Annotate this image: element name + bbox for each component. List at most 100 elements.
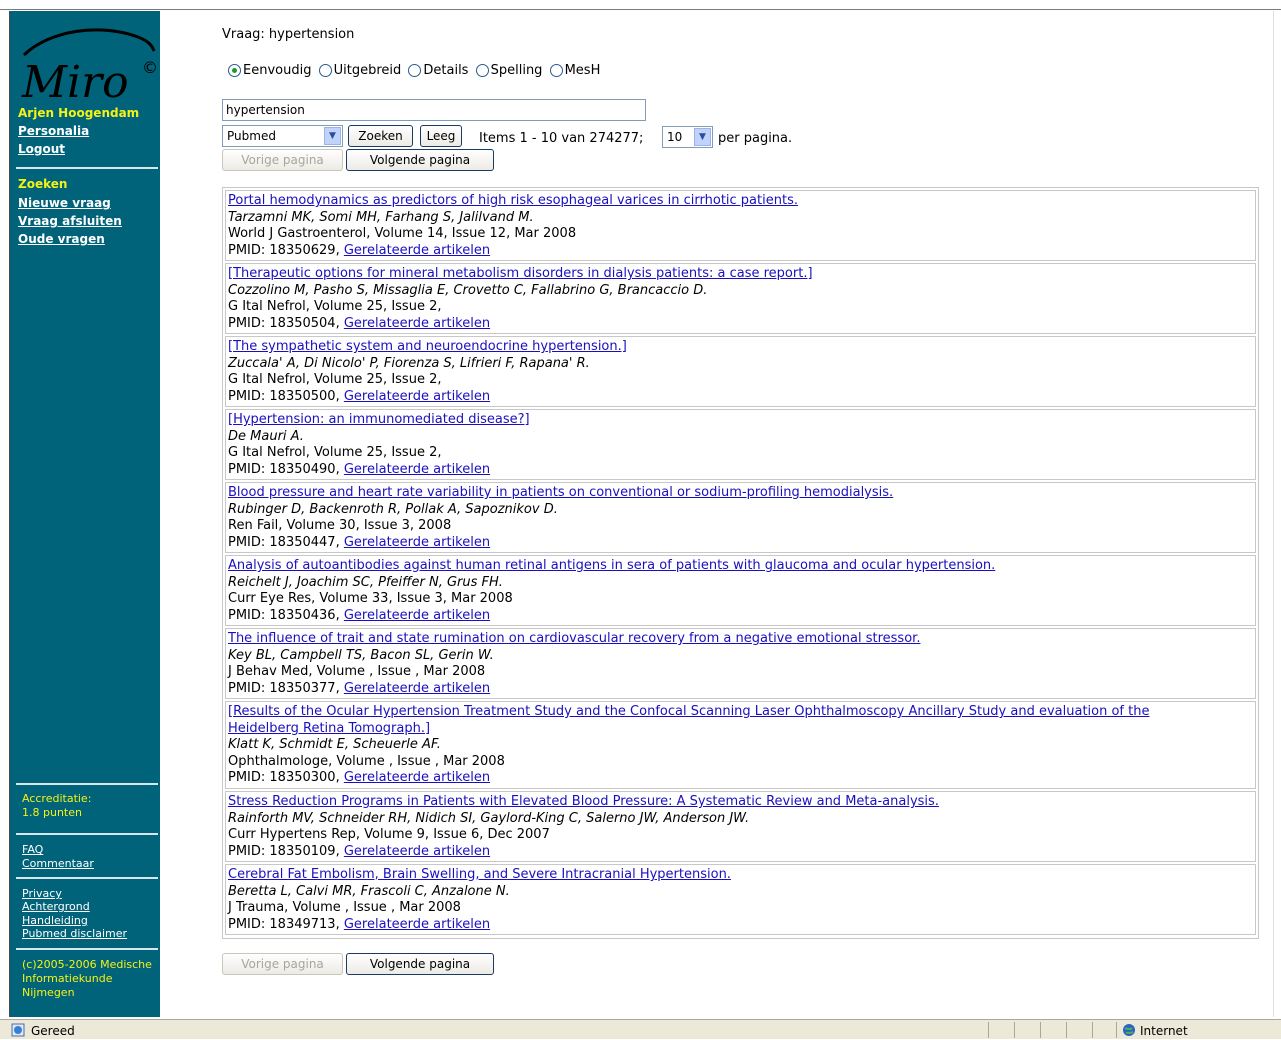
logout-link[interactable]: Logout	[18, 140, 65, 158]
result-authors: Klatt K, Schmidt E, Scheuerle AF.	[228, 737, 441, 753]
logo-copyright: ©	[142, 58, 158, 77]
radio-mesh[interactable]: MesH	[549, 63, 601, 78]
related-articles-link[interactable]: Gerelateerde artikelen	[344, 535, 490, 550]
result-source: Curr Hypertens Rep, Volume 9, Issue 6, D…	[228, 827, 550, 843]
related-articles-link[interactable]: Gerelateerde artikelen	[344, 608, 490, 623]
result-source: Ophthalmologe, Volume , Issue , Mar 2008	[228, 753, 505, 769]
result-authors: Tarzamni MK, Somi MH, Farhang S, Jalilva…	[228, 209, 534, 225]
query-heading: Vraag: hypertension	[222, 27, 355, 42]
commentaar-link[interactable]: Commentaar	[22, 857, 94, 871]
radio-dot[interactable]	[408, 64, 422, 77]
result-authors: Cozzolino M, Pasho S, Missaglia E, Crove…	[228, 282, 708, 298]
related-articles-link[interactable]: Gerelateerde artikelen	[344, 681, 490, 696]
nieuwe-vraag-link[interactable]: Nieuwe vraag	[18, 194, 111, 212]
miro-logo: Miro ©	[20, 25, 160, 108]
related-articles-link[interactable]: Gerelateerde artikelen	[344, 770, 490, 785]
result-pmid: PMID: 18350436,	[228, 607, 340, 623]
radio-dot[interactable]	[318, 64, 332, 77]
sidebar-divider	[16, 833, 158, 835]
result-item: [Results of the Ocular Hypertension Trea…	[225, 701, 1256, 789]
result-count: Items 1 - 10 van 274277;	[479, 131, 644, 146]
radio-label: Uitgebreid	[333, 63, 402, 78]
result-pmid: PMID: 18350109,	[228, 843, 340, 859]
search-button[interactable]: Zoeken	[348, 125, 413, 147]
related-articles-link[interactable]: Gerelateerde artikelen	[344, 462, 490, 477]
result-pmid: PMID: 18350629,	[228, 242, 340, 258]
result-title[interactable]: [Hypertension: an immunomediated disease…	[228, 412, 1255, 429]
oude-vragen-link[interactable]: Oude vragen	[18, 230, 105, 248]
radio-spelling[interactable]: Spelling	[475, 63, 542, 78]
related-articles-link[interactable]: Gerelateerde artikelen	[344, 389, 490, 404]
result-source: J Behav Med, Volume , Issue , Mar 2008	[228, 664, 486, 680]
result-pmid: PMID: 18350500,	[228, 388, 340, 404]
radio-details[interactable]: Details	[408, 63, 468, 78]
result-item: Blood pressure and heart rate variabilit…	[225, 482, 1256, 553]
result-item: [The sympathetic system and neuroendocri…	[225, 336, 1256, 407]
accreditatie-value: 1.8 punten	[22, 806, 82, 819]
result-authors: Rubinger D, Backenroth R, Pollak A, Sapo…	[228, 501, 558, 517]
privacy-link[interactable]: Privacy	[22, 887, 62, 901]
result-title[interactable]: The influence of trait and state ruminat…	[228, 631, 1255, 648]
result-item: [Hypertension: an immunomediated disease…	[225, 409, 1256, 480]
window-top-border	[0, 0, 1281, 10]
page-icon	[11, 1023, 25, 1040]
result-title[interactable]: Analysis of autoantibodies against human…	[228, 558, 1255, 575]
radio-dot[interactable]	[475, 64, 489, 77]
result-item: Portal hemodynamics as predictors of hig…	[225, 190, 1256, 261]
result-title[interactable]: [Therapeutic options for mineral metabol…	[228, 266, 1255, 283]
search-input[interactable]	[222, 99, 646, 121]
handleiding-link[interactable]: Handleiding	[22, 914, 88, 928]
radio-label: Details	[423, 63, 469, 78]
related-articles-link[interactable]: Gerelateerde artikelen	[344, 917, 490, 932]
result-item: The influence of trait and state ruminat…	[225, 628, 1256, 699]
achtergrond-link[interactable]: Achtergrond	[22, 900, 90, 914]
page-scrollbar[interactable]	[1273, 11, 1281, 1017]
sidebar-divider	[16, 948, 158, 950]
result-title[interactable]: [Results of the Ocular Hypertension Trea…	[228, 704, 1255, 721]
faq-link[interactable]: FAQ	[22, 843, 43, 857]
search-mode-radio-group: Eenvoudig Uitgebreid Details Spelling Me…	[228, 63, 603, 81]
logo-text: Miro	[21, 57, 129, 103]
next-page-button-bottom[interactable]: Volgende pagina	[346, 953, 494, 975]
clear-button[interactable]: Leeg	[420, 125, 462, 147]
globe-icon	[1122, 1023, 1136, 1040]
result-item: [Therapeutic options for mineral metabol…	[225, 263, 1256, 334]
copyright-line: (c)2005-2006 Medische	[22, 958, 152, 971]
result-pmid: PMID: 18350300,	[228, 770, 340, 786]
result-title[interactable]: Cerebral Fat Embolism, Brain Swelling, a…	[228, 867, 1255, 884]
result-title-continued[interactable]: Heidelberg Retina Tomograph.]	[228, 721, 1255, 738]
result-source: World J Gastroenterol, Volume 14, Issue …	[228, 226, 577, 242]
result-title[interactable]: Portal hemodynamics as predictors of hig…	[228, 193, 1255, 210]
result-source: G Ital Nefrol, Volume 25, Issue 2,	[228, 372, 442, 388]
accreditatie-label: Accreditatie:	[22, 792, 92, 805]
radio-label: Eenvoudig	[243, 63, 312, 78]
result-title[interactable]: Stress Reduction Programs in Patients wi…	[228, 794, 1255, 811]
result-title[interactable]: [The sympathetic system and neuroendocri…	[228, 339, 1255, 356]
result-title[interactable]: Blood pressure and heart rate variabilit…	[228, 485, 1255, 502]
zoeken-heading: Zoeken	[18, 177, 68, 191]
result-pmid: PMID: 18350490,	[228, 461, 340, 477]
prev-page-button-bottom[interactable]: Vorige pagina	[222, 953, 343, 975]
radio-dot[interactable]	[228, 64, 241, 77]
result-authors: Zuccala' A, Di Nicolo' P, Fiorenza S, Li…	[228, 355, 590, 371]
related-articles-link[interactable]: Gerelateerde artikelen	[344, 243, 490, 258]
result-authors: Beretta L, Calvi MR, Frascoli C, Anzalon…	[228, 883, 510, 899]
radio-uitgebreid[interactable]: Uitgebreid	[318, 63, 402, 78]
personalia-link[interactable]: Personalia	[18, 122, 89, 140]
related-articles-link[interactable]: Gerelateerde artikelen	[344, 316, 490, 331]
radio-eenvoudig[interactable]: Eenvoudig	[228, 63, 311, 78]
result-source: Ren Fail, Volume 30, Issue 3, 2008	[228, 518, 452, 534]
prev-page-button-top[interactable]: Vorige pagina	[222, 149, 343, 171]
radio-dot[interactable]	[549, 64, 563, 77]
result-pmid: PMID: 18350504,	[228, 315, 340, 331]
chevron-down-icon[interactable]: ▼	[694, 128, 711, 146]
related-articles-link[interactable]: Gerelateerde artikelen	[344, 844, 490, 859]
result-source: G Ital Nefrol, Volume 25, Issue 2,	[228, 299, 442, 315]
chevron-down-icon[interactable]: ▼	[324, 127, 341, 145]
radio-label: MesH	[564, 63, 601, 78]
vraag-afsluiten-link[interactable]: Vraag afsluiten	[18, 212, 122, 230]
next-page-button-top[interactable]: Volgende pagina	[346, 149, 494, 171]
database-select[interactable]: Pubmed ▼	[222, 125, 343, 147]
pubmed-disclaimer-link[interactable]: Pubmed disclaimer	[22, 927, 127, 941]
per-page-select[interactable]: 10 ▼	[662, 126, 713, 148]
